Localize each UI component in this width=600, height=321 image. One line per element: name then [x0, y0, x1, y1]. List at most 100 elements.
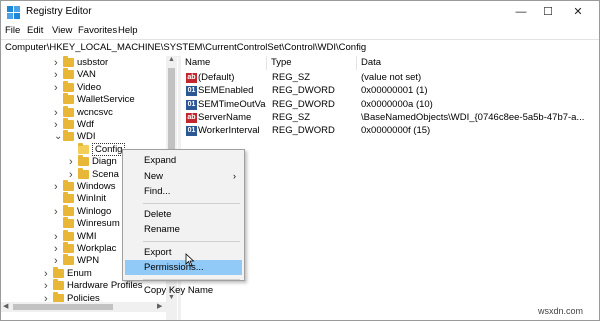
tree-node[interactable]: › Wdf	[1, 118, 166, 131]
folder-icon	[63, 229, 74, 241]
chevron-right-icon[interactable]: ›	[54, 57, 58, 69]
folder-icon	[63, 217, 74, 229]
registry-editor-window: Registry Editor — ☐ ✕ File Edit View Favori…	[0, 0, 600, 321]
chevron-right-icon[interactable]: ›	[54, 231, 58, 243]
chevron-right-icon[interactable]: ›	[54, 206, 58, 218]
value-name: SEMTimeOutValue	[198, 98, 266, 110]
context-menu-label: Delete	[144, 208, 172, 220]
menu-separator	[143, 278, 240, 280]
folder-icon	[63, 68, 74, 80]
context-menu-label: Copy Key Name	[144, 284, 214, 296]
tree-node-label: Diagn	[92, 156, 117, 168]
value-data: 0x00000001 (1)	[361, 85, 428, 97]
folder-icon	[63, 93, 74, 105]
value-row[interactable]: 01 WorkerInterval REG_DWORD 0x0000000f (15)	[181, 125, 599, 138]
chevron-right-icon[interactable]: ›	[54, 107, 58, 119]
tree-node-label: Wdf	[77, 119, 94, 130]
tree-node-label: WDI	[77, 131, 96, 143]
hscroll-thumb[interactable]	[13, 304, 113, 310]
menu-edit[interactable]: Edit	[27, 25, 43, 36]
menu-file[interactable]: File	[5, 25, 20, 36]
folder-icon	[63, 242, 74, 253]
value-name: ServerName	[198, 111, 252, 123]
tree-node[interactable]: ⌄ WDI	[1, 130, 166, 143]
chevron-right-icon[interactable]: ›	[54, 82, 58, 94]
scroll-left-icon[interactable]: ◀	[3, 302, 8, 312]
value-row[interactable]: 01SEMTimeOutValue REG_DWORD 0x0000000a (10…	[181, 99, 599, 112]
menu-help[interactable]: Help	[118, 25, 138, 36]
context-menu-copy-key-name[interactable]: Copy Key Name	[125, 283, 242, 298]
value-data: 0x0000000a (10)	[361, 98, 433, 110]
context-menu-export[interactable]: Export	[125, 245, 242, 260]
column-header-type[interactable]: Type	[267, 56, 357, 70]
menu-view[interactable]: View	[52, 25, 72, 36]
chevron-right-icon[interactable]: ›	[54, 119, 58, 131]
address-path[interactable]: Computer\HKEY_LOCAL_MACHINE\SYSTEM\Curre…	[5, 42, 366, 53]
context-menu-delete[interactable]: Delete	[125, 207, 242, 222]
minimize-button[interactable]: —	[506, 1, 536, 23]
tree-node[interactable]: WalletService	[1, 93, 166, 106]
tree-node-label: WMI	[77, 230, 97, 242]
tree-node-label: Video	[77, 81, 102, 93]
chevron-right-icon[interactable]: ›	[44, 268, 48, 280]
value-row[interactable]: ab (Default) REG_SZ (value not set)	[181, 72, 599, 85]
registry-editor-icon	[7, 6, 20, 19]
tree-node-label: Winlogo	[77, 205, 112, 217]
context-menu-expand[interactable]: Expand	[125, 153, 242, 168]
tree-node-label: Enum	[67, 267, 92, 279]
chevron-right-icon[interactable]: ›	[69, 156, 73, 168]
folder-icon	[53, 279, 64, 291]
value-data: \BaseNamedObjects\WDI_{0746c8ee-5a5b-47b…	[361, 111, 585, 123]
context-menu-rename[interactable]: Rename	[125, 222, 242, 237]
folder-icon	[63, 130, 74, 142]
value-name: WorkerInterval	[198, 125, 260, 137]
column-header-name[interactable]: Name	[181, 56, 267, 70]
column-header-data[interactable]: Data	[357, 56, 599, 70]
chevron-right-icon[interactable]: ›	[54, 181, 58, 193]
tree-node[interactable]: › wcncsvc	[1, 105, 166, 119]
folder-icon	[53, 266, 64, 278]
tree-node[interactable]: › VAN	[1, 68, 166, 81]
value-type: REG_SZ	[272, 111, 311, 123]
folder-icon	[78, 155, 89, 167]
maximize-button[interactable]: ☐	[533, 1, 563, 23]
menu-separator	[143, 240, 240, 242]
chevron-right-icon[interactable]: ›	[54, 255, 58, 267]
chevron-down-icon[interactable]: ⌄	[54, 131, 62, 143]
scroll-up-icon[interactable]: ▲	[166, 56, 177, 63]
folder-icon	[63, 105, 74, 117]
watermark: wsxdn.com	[538, 306, 584, 316]
tree-node[interactable]: › usbstor	[1, 56, 166, 69]
address-bar[interactable]: Computer\HKEY_LOCAL_MACHINE\SYSTEM\Curre…	[1, 39, 599, 57]
tree-node-label: Winresum	[77, 218, 120, 230]
folder-icon	[78, 167, 89, 179]
chevron-right-icon[interactable]: ›	[54, 243, 58, 255]
chevron-right-icon[interactable]: ›	[69, 169, 73, 181]
menu-favorites[interactable]: Favorites	[78, 25, 117, 36]
menu-separator	[143, 202, 240, 204]
mouse-pointer-icon	[185, 253, 195, 267]
tree-node-label: WPN	[77, 255, 100, 267]
close-button[interactable]: ✕	[563, 1, 593, 23]
tree-node[interactable]: › Video	[1, 80, 166, 94]
window-title: Registry Editor	[26, 6, 92, 17]
context-menu-permissions[interactable]: Permissions...	[125, 260, 242, 275]
context-menu-find[interactable]: Find...	[125, 184, 242, 199]
tree-node-label: Scena	[92, 168, 119, 180]
chevron-right-icon[interactable]: ›	[54, 69, 58, 81]
context-menu-label: Expand	[144, 155, 177, 166]
string-value-icon: ab	[186, 112, 197, 123]
chevron-right-icon[interactable]: ›	[44, 280, 48, 292]
value-name: (Default)	[198, 72, 235, 83]
context-menu-label: Rename	[144, 224, 180, 235]
title-bar: Registry Editor — ☐ ✕	[1, 1, 599, 23]
context-menu-new[interactable]: New ›	[125, 169, 242, 184]
value-row[interactable]: ab ServerName REG_SZ \BaseNamedObjects\WDI_…	[181, 112, 599, 125]
tree-horizontal-scrollbar[interactable]: ◀ ▶	[1, 302, 166, 312]
submenu-arrow-icon: ›	[233, 170, 236, 181]
scroll-right-icon[interactable]: ▶	[157, 302, 162, 312]
value-type: REG_DWORD	[272, 98, 335, 110]
tree-node-label: usbstor	[77, 57, 109, 68]
value-row[interactable]: 01 SEMEnabled REG_DWORD 0x00000001 (1)	[181, 85, 599, 98]
value-type: REG_DWORD	[272, 85, 335, 97]
